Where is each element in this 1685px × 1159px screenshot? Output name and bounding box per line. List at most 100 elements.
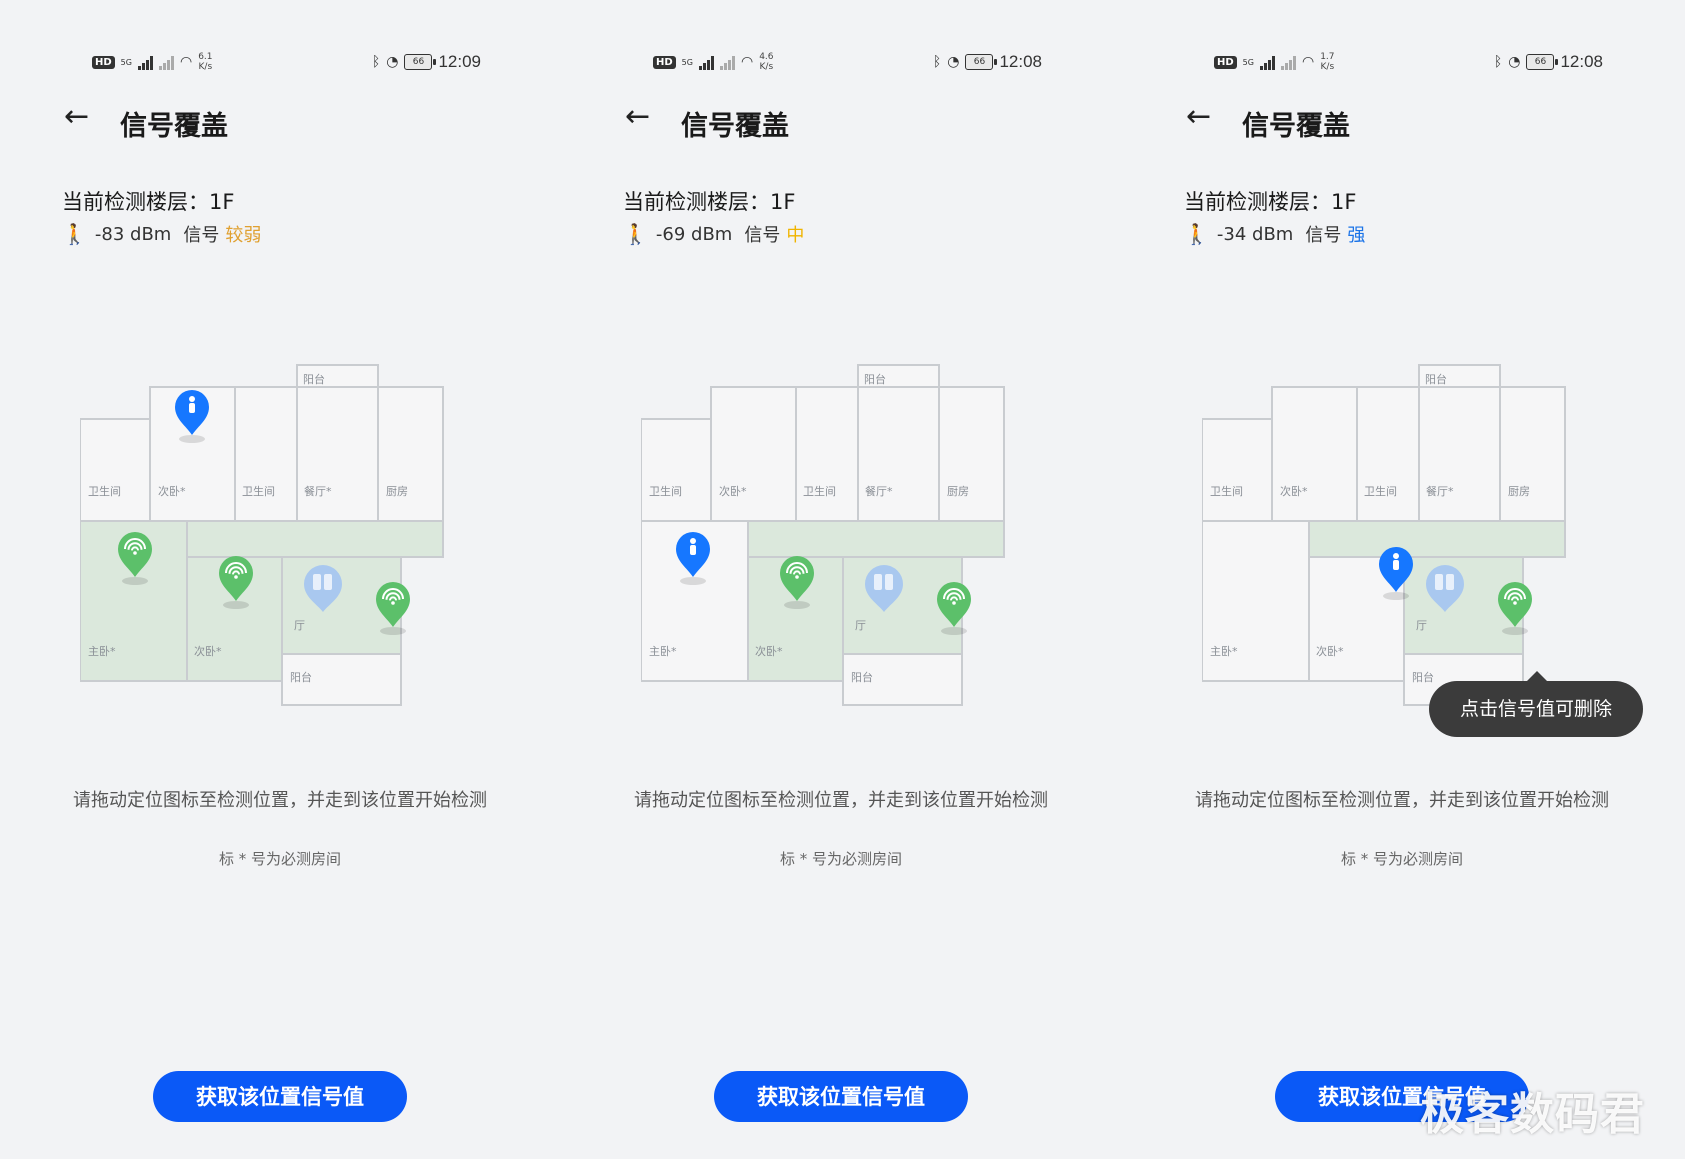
room-label-living: 厅 (855, 619, 866, 632)
signal-level: 强 (1347, 225, 1366, 246)
cell-signal-2-icon (719, 54, 735, 70)
room-label-balcony_top: 阳台 (1425, 372, 1447, 386)
signal-value[interactable]: -69 dBm (656, 224, 732, 245)
room-label-bedroom1: 次卧* (1316, 644, 1344, 658)
wifi-icon: ◠ (179, 54, 193, 70)
room-bathroom2[interactable] (795, 386, 859, 522)
room-corridor[interactable] (1308, 520, 1566, 558)
cell-signal-icon (698, 54, 714, 70)
signal-level: 较弱 (225, 225, 262, 246)
bluetooth-icon: ᛒ (371, 54, 381, 70)
walking-person-icon: 🚶 (623, 222, 648, 246)
room-label-dining: 餐厅* (1426, 484, 1454, 498)
5g-label: 5G (120, 57, 132, 67)
room-kitchen[interactable] (1499, 386, 1566, 522)
clock: 12:09 (438, 52, 481, 71)
bluetooth-icon: ᛒ (932, 54, 942, 70)
room-label-bedroom2: 次卧* (158, 484, 186, 498)
room-label-balcony_top: 阳台 (864, 372, 886, 386)
phone-screen: HD 5G ◠ 6.1 K/s ᛒ ◔ 66 12:09 ← 信号覆盖 当前检测楼… (0, 0, 561, 1159)
room-label-dining: 餐厅* (865, 484, 893, 498)
get-signal-button[interactable]: 获取该位置信号值 (153, 1071, 407, 1122)
room-label-kitchen: 厨房 (386, 485, 408, 498)
floor-plan[interactable]: 阳台 卫生间 次卧* 卫生间 餐厅* 厨房 主卧* 次卧* 厅阳台 (80, 355, 480, 727)
signal-label: 信号 (183, 225, 220, 246)
battery-icon: 66 (1526, 54, 1559, 70)
net-speed: 1.7 K/s (1320, 52, 1335, 72)
signal-label: 信号 (744, 225, 781, 246)
back-arrow-icon[interactable]: ← (1186, 102, 1211, 132)
back-arrow-icon[interactable]: ← (64, 102, 89, 132)
battery-icon: 66 (404, 54, 437, 70)
5g-label: 5G (1242, 57, 1254, 67)
watermark: 极客数码君 (1420, 1089, 1645, 1140)
room-kitchen[interactable] (377, 386, 444, 522)
signal-readout[interactable]: 🚶 -83 dBm 信号 较弱 (62, 221, 261, 247)
signal-readout[interactable]: 🚶 -69 dBm 信号 中 (623, 221, 804, 247)
room-label-kitchen: 厨房 (1508, 485, 1530, 498)
signal-readout[interactable]: 🚶 -34 dBm 信号 强 (1184, 221, 1365, 247)
battery-icon: 66 (965, 54, 998, 70)
phone-screen: HD 5G ◠ 4.6 K/s ᛒ ◔ 66 12:08 ← 信号覆盖 当前检测楼… (561, 0, 1122, 1159)
floor-plan[interactable]: 阳台 卫生间 次卧* 卫生间 餐厅* 厨房 主卧* 次卧* 厅阳台 (641, 355, 1041, 727)
page-title: 信号覆盖 (1242, 111, 1350, 142)
current-floor: 当前检测楼层：1F (623, 190, 796, 214)
cell-signal-icon (1259, 54, 1275, 70)
instruction-text: 请拖动定位图标至检测位置，并走到该位置开始检测 (73, 790, 487, 811)
room-bathroom2[interactable] (234, 386, 298, 522)
signal-value[interactable]: -34 dBm (1217, 224, 1293, 245)
room-bedroom2[interactable] (710, 386, 797, 522)
wifi-icon: ◠ (740, 54, 754, 70)
walking-person-icon: 🚶 (1184, 222, 1209, 246)
room-label-bedroom1: 次卧* (194, 644, 222, 658)
room-label-balcony_bottom: 阳台 (851, 670, 873, 684)
status-bar: HD 5G ◠ 6.1 K/s ᛒ ◔ 66 12:09 (92, 48, 481, 76)
floor-plan-svg[interactable]: 阳台卫生间 次卧* 卫生间 餐厅* 厨房主卧* 次卧*厅阳台 (641, 355, 1041, 727)
hd-icon: HD (653, 55, 676, 69)
room-kitchen[interactable] (938, 386, 1005, 522)
signal-value[interactable]: -83 dBm (95, 224, 171, 245)
room-corridor[interactable] (186, 520, 444, 558)
room-label-master: 主卧* (649, 645, 677, 658)
room-bathroom1[interactable] (641, 418, 712, 522)
wifi-icon: ◠ (1301, 54, 1315, 70)
instruction-note: 标 * 号为必测房间 (218, 850, 342, 868)
page-title: 信号覆盖 (120, 111, 228, 142)
hd-icon: HD (92, 55, 115, 69)
net-speed: 4.6 K/s (759, 52, 774, 72)
hd-icon: HD (1214, 55, 1237, 69)
cell-signal-2-icon (158, 54, 174, 70)
instruction-text: 请拖动定位图标至检测位置，并走到该位置开始检测 (634, 790, 1048, 811)
floor-plan-svg[interactable]: 阳台卫生间 次卧* 卫生间 餐厅* 厨房主卧* 次卧*厅阳台 (80, 355, 480, 727)
room-label-bedroom2: 次卧* (1280, 484, 1308, 498)
room-dining[interactable] (1418, 386, 1501, 522)
instruction-text: 请拖动定位图标至检测位置，并走到该位置开始检测 (1195, 790, 1609, 811)
clock: 12:08 (999, 52, 1042, 71)
delete-tooltip: 点击信号值可删除 (1429, 671, 1643, 737)
room-bathroom2[interactable] (1356, 386, 1420, 522)
room-bathroom1[interactable] (80, 418, 151, 522)
room-bathroom1[interactable] (1202, 418, 1273, 522)
room-label-living: 厅 (1416, 619, 1427, 632)
status-bar: HD 5G ◠ 4.6 K/s ᛒ ◔ 66 12:08 (653, 48, 1042, 76)
instruction-note: 标 * 号为必测房间 (1340, 850, 1464, 868)
room-dining[interactable] (857, 386, 940, 522)
back-arrow-icon[interactable]: ← (625, 102, 650, 132)
instruction-note: 标 * 号为必测房间 (779, 850, 903, 868)
current-floor: 当前检测楼层：1F (1184, 190, 1357, 214)
room-corridor[interactable] (747, 520, 1005, 558)
room-label-master: 主卧* (88, 645, 116, 658)
room-label-bathroom1: 卫生间 (649, 484, 682, 498)
room-label-bathroom2: 卫生间 (242, 484, 275, 498)
get-signal-button[interactable]: 获取该位置信号值 (714, 1071, 968, 1122)
room-label-bedroom1: 次卧* (755, 644, 783, 658)
room-bedroom2[interactable] (1271, 386, 1358, 522)
status-bar: HD 5G ◠ 1.7 K/s ᛒ ◔ 66 12:08 (1214, 48, 1603, 76)
room-label-master: 主卧* (1210, 645, 1238, 658)
room-label-dining: 餐厅* (304, 484, 332, 498)
5g-label: 5G (681, 57, 693, 67)
room-dining[interactable] (296, 386, 379, 522)
room-label-bathroom1: 卫生间 (88, 484, 121, 498)
room-label-balcony_top: 阳台 (303, 372, 325, 386)
room-label-bathroom2: 卫生间 (803, 484, 836, 498)
